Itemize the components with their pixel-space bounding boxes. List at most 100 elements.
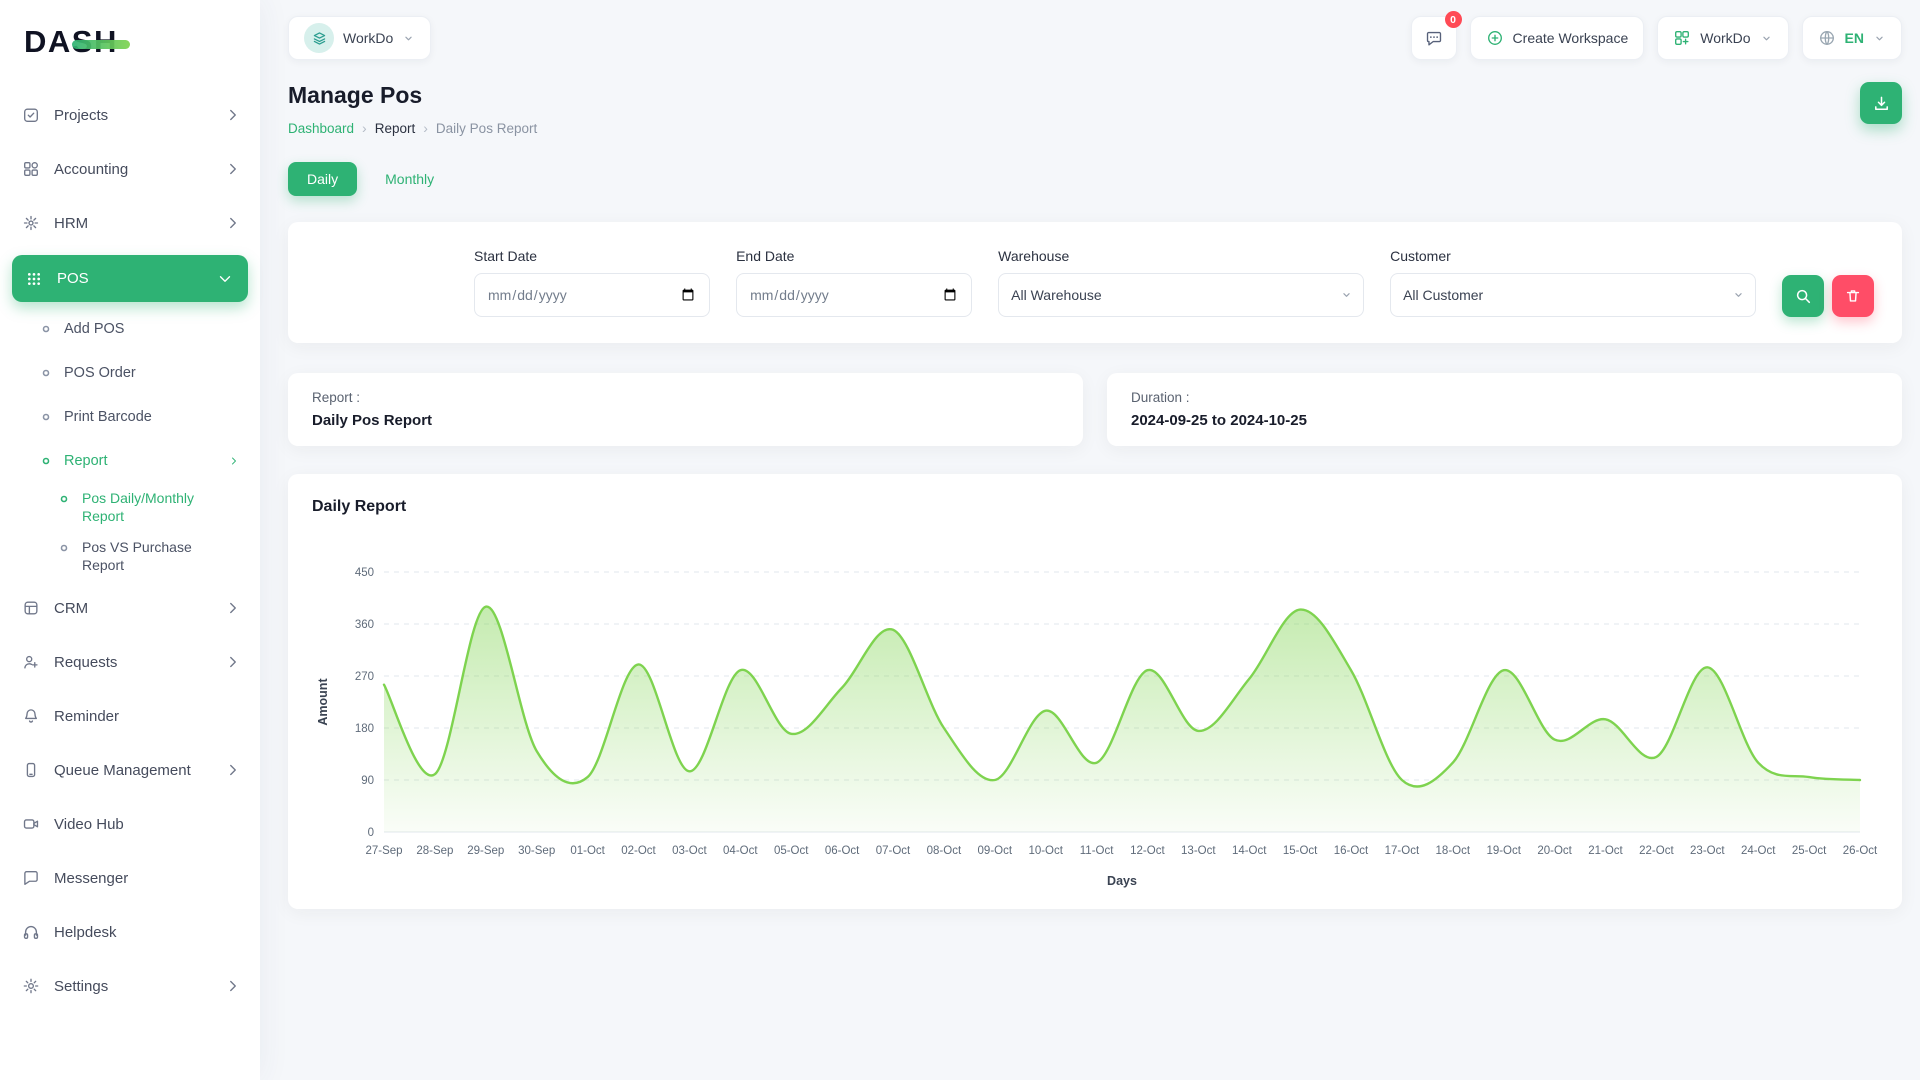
- svg-text:360: 360: [355, 619, 374, 631]
- svg-text:Amount: Amount: [316, 678, 330, 726]
- sidebar-item-reminder[interactable]: Reminder: [0, 689, 260, 743]
- dot-icon: [40, 323, 52, 335]
- svg-text:13-Oct: 13-Oct: [1181, 845, 1216, 857]
- duration-label: Duration :: [1131, 390, 1878, 405]
- customer-select[interactable]: All Customer: [1390, 273, 1756, 317]
- svg-text:03-Oct: 03-Oct: [672, 845, 707, 857]
- svg-text:07-Oct: 07-Oct: [876, 845, 911, 857]
- breadcrumb-report[interactable]: Report: [375, 121, 416, 136]
- sidebar-nav: Projects AccountingHRM POS Add POSPOS Order…: [0, 88, 260, 1013]
- workspace-menu-button[interactable]: WorkDo: [1657, 16, 1788, 60]
- svg-text:10-Oct: 10-Oct: [1028, 845, 1063, 857]
- dot-icon: [58, 542, 70, 554]
- sidebar-item-messenger[interactable]: Messenger: [0, 851, 260, 905]
- messenger-icon: [22, 869, 40, 887]
- svg-text:18-Oct: 18-Oct: [1436, 845, 1471, 857]
- logo-dash-accent: [72, 40, 130, 49]
- sidebar-item-settings[interactable]: Settings: [0, 959, 260, 1013]
- breadcrumb-current: Daily Pos Report: [436, 121, 537, 136]
- tab-daily[interactable]: Daily: [288, 162, 357, 196]
- sidebar-item-label: Helpdesk: [54, 924, 117, 941]
- svg-text:09-Oct: 09-Oct: [978, 845, 1013, 857]
- svg-text:26-Oct: 26-Oct: [1843, 845, 1878, 857]
- chevron-right-icon: [224, 977, 242, 995]
- sidebar-item-accounting[interactable]: Accounting: [0, 142, 260, 196]
- duration-value: 2024-09-25 to 2024-10-25: [1131, 412, 1878, 429]
- sidebar-item-pos-order[interactable]: POS Order: [0, 351, 260, 395]
- create-workspace-button[interactable]: Create Workspace: [1470, 16, 1645, 60]
- pos-icon: [25, 270, 43, 288]
- dot-icon: [40, 367, 52, 379]
- sidebar-item-hrm[interactable]: HRM: [0, 196, 260, 250]
- svg-text:06-Oct: 06-Oct: [825, 845, 860, 857]
- topbar: WorkDo 0 Create Workspace: [260, 0, 1920, 76]
- chevron-right-icon: [224, 160, 242, 178]
- sidebar-item-label: Pos Daily/Monthly Report: [82, 490, 232, 525]
- reset-button[interactable]: [1832, 275, 1874, 317]
- topbar-actions: 0 Create Workspace WorkDo: [1411, 16, 1902, 60]
- language-label: EN: [1845, 30, 1864, 46]
- workspace-menu-label: WorkDo: [1700, 30, 1750, 46]
- sidebar-item-label: Projects: [54, 107, 108, 124]
- sidebar-item-label: Video Hub: [54, 816, 124, 833]
- create-workspace-label: Create Workspace: [1513, 30, 1629, 46]
- chevron-right-icon: [224, 653, 242, 671]
- download-button[interactable]: [1860, 82, 1902, 124]
- projects-icon: [22, 106, 40, 124]
- language-button[interactable]: EN: [1802, 16, 1902, 60]
- sidebar-item-print-barcode[interactable]: Print Barcode: [0, 395, 260, 439]
- filter-actions: [1782, 275, 1874, 317]
- brand-logo[interactable]: DASH: [0, 16, 260, 80]
- report-tabs: Daily Monthly: [288, 162, 1902, 196]
- download-icon: [1872, 94, 1891, 113]
- svg-text:180: 180: [355, 723, 374, 735]
- sidebar-item-report[interactable]: Report: [0, 439, 260, 483]
- search-button[interactable]: [1782, 275, 1824, 317]
- sidebar-item-pos[interactable]: POS: [12, 255, 248, 302]
- sidebar-item-pos-vs-purchase-report[interactable]: Pos VS Purchase Report: [0, 532, 260, 581]
- tab-monthly[interactable]: Monthly: [385, 171, 434, 187]
- sidebar-item-label: Report: [64, 453, 108, 469]
- sidebar-item-label: Reminder: [54, 708, 119, 725]
- reset-icon: [1844, 287, 1862, 305]
- svg-text:22-Oct: 22-Oct: [1639, 845, 1674, 857]
- breadcrumb-dashboard[interactable]: Dashboard: [288, 121, 354, 136]
- svg-text:27-Sep: 27-Sep: [365, 845, 402, 857]
- workspace-switcher[interactable]: WorkDo: [288, 16, 431, 60]
- sidebar-item-projects[interactable]: Projects: [0, 88, 260, 142]
- chart-title: Daily Report: [312, 498, 1878, 516]
- svg-text:01-Oct: 01-Oct: [570, 845, 605, 857]
- sidebar-item-video-hub[interactable]: Video Hub: [0, 797, 260, 851]
- breadcrumb-separator: ›: [423, 120, 428, 136]
- end-date-input[interactable]: [736, 273, 972, 317]
- svg-text:Days: Days: [1107, 874, 1137, 888]
- start-date-input[interactable]: [474, 273, 710, 317]
- grid-plus-icon: [1673, 29, 1691, 47]
- sidebar-item-label: CRM: [54, 600, 88, 617]
- sidebar-item-helpdesk[interactable]: Helpdesk: [0, 905, 260, 959]
- svg-text:90: 90: [361, 775, 374, 787]
- start-date-label: Start Date: [474, 248, 710, 264]
- page-header: Manage Pos Dashboard › Report › Daily Po…: [288, 82, 1902, 136]
- warehouse-select[interactable]: All Warehouse: [998, 273, 1364, 317]
- chevron-right-icon: [224, 106, 242, 124]
- svg-text:04-Oct: 04-Oct: [723, 845, 758, 857]
- sidebar-item-queue-management[interactable]: Queue Management: [0, 743, 260, 797]
- sidebar-item-requests[interactable]: Requests: [0, 635, 260, 689]
- duration-summary-card: Duration : 2024-09-25 to 2024-10-25: [1107, 373, 1902, 446]
- sidebar-item-add-pos[interactable]: Add POS: [0, 307, 260, 351]
- svg-text:25-Oct: 25-Oct: [1792, 845, 1827, 857]
- chevron-down-icon: [402, 32, 415, 45]
- end-date-field: End Date: [736, 248, 972, 317]
- svg-text:14-Oct: 14-Oct: [1232, 845, 1267, 857]
- sidebar-item-label: POS: [57, 270, 89, 287]
- requests-icon: [22, 653, 40, 671]
- sidebar-item-crm[interactable]: CRM: [0, 581, 260, 635]
- globe-icon: [1818, 29, 1836, 47]
- sidebar-item-pos-daily-monthly-report[interactable]: Pos Daily/Monthly Report: [0, 483, 260, 532]
- daily-report-area-chart: 09018027036045027-Sep28-Sep29-Sep30-Sep0…: [312, 550, 1882, 890]
- messages-button[interactable]: 0: [1411, 16, 1457, 60]
- svg-text:29-Sep: 29-Sep: [467, 845, 504, 857]
- summary-cards: Report : Daily Pos Report Duration : 202…: [288, 373, 1902, 446]
- sidebar-item-label: Print Barcode: [64, 409, 152, 425]
